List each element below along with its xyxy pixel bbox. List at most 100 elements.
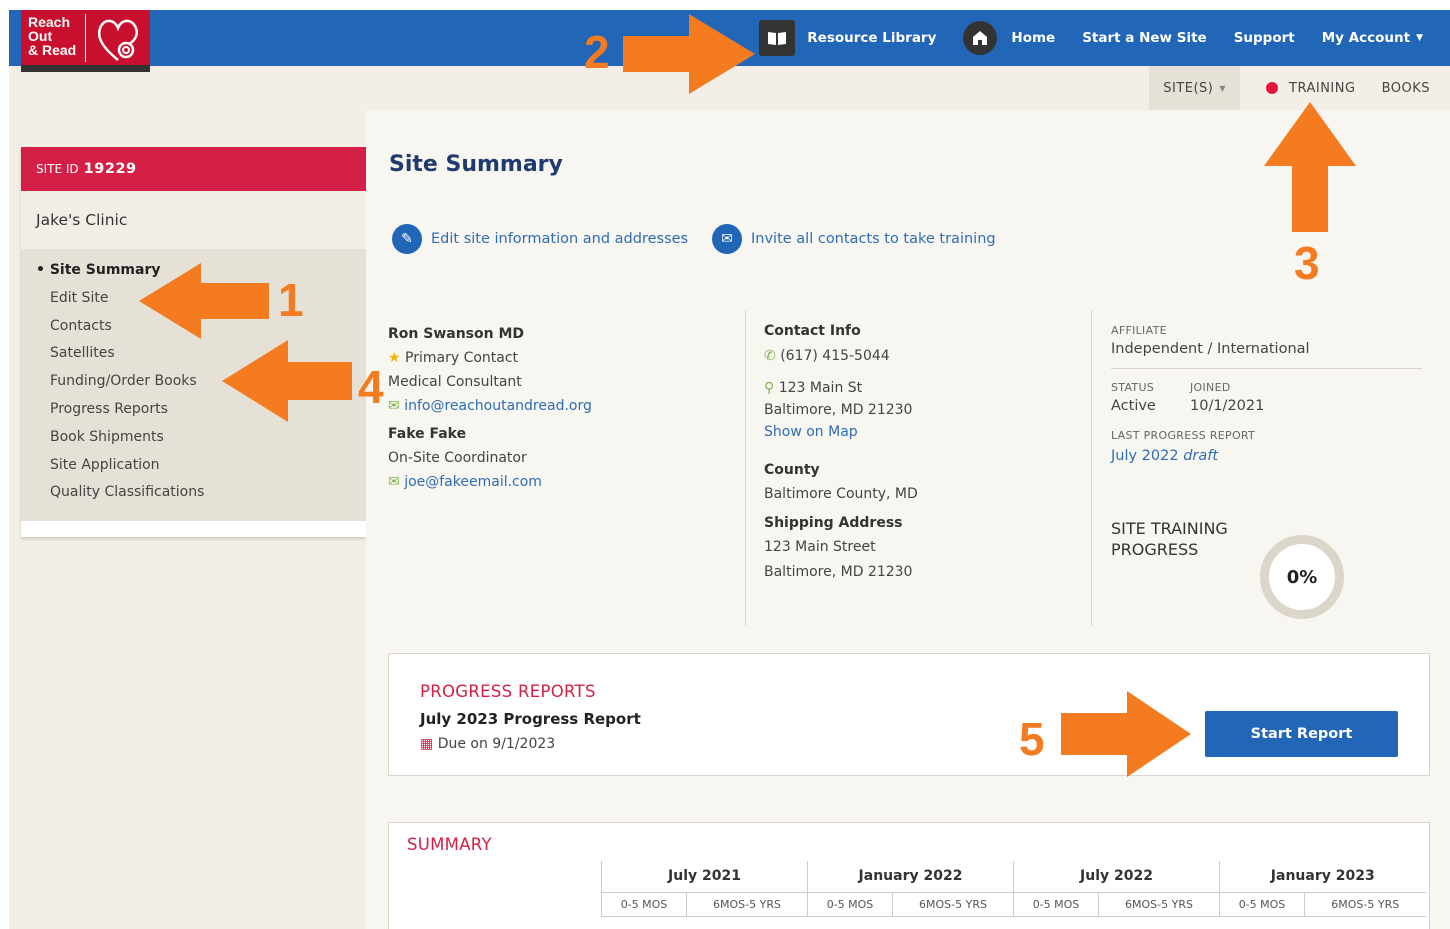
progress-reports-heading: PROGRESS REPORTS [420, 682, 596, 701]
app-frame: Resource Library Home Start a New Site S… [9, 10, 1450, 929]
home-label: Home [1011, 30, 1056, 46]
mail-icon: ✉ [388, 474, 400, 490]
contacts-column: Ron Swanson MD ★ Primary Contact Medical… [388, 322, 592, 494]
status-dot-icon [1266, 82, 1279, 94]
affiliate-label: AFFILIATE [1111, 324, 1167, 337]
annotation-arrow-2 [623, 14, 755, 94]
joined-value: 10/1/2021 [1190, 398, 1265, 414]
annotation-number-1: 1 [278, 274, 304, 326]
contact-2-role: On-Site Coordinator [388, 450, 527, 466]
county-value: Baltimore County, MD [764, 486, 918, 502]
age-subheader: 0-5 MOS [1219, 892, 1305, 917]
age-subheader: 6MOS-5 YRS [1304, 892, 1426, 917]
annotation-number-2: 2 [584, 26, 610, 78]
contact-1-email[interactable]: ✉ info@reachoutandread.org [388, 394, 592, 418]
logo-line-3: & Read [28, 42, 77, 58]
contact-1-primary: ★ Primary Contact [388, 350, 519, 366]
annotation-arrow-5 [1061, 691, 1191, 777]
sidebar-item-book-shipments[interactable]: Book Shipments [21, 428, 366, 456]
sidebar-item-site-application[interactable]: Site Application [21, 456, 366, 484]
edit-site-info-label: Edit site information and addresses [431, 231, 689, 247]
my-account-menu[interactable]: My Account ▼ [1322, 30, 1423, 46]
envelope-icon: ✉ [712, 224, 742, 254]
status-value: Active [1111, 398, 1156, 414]
annotation-number-5: 5 [1019, 713, 1045, 765]
chevron-down-icon: ▼ [1416, 33, 1423, 43]
star-icon: ★ [388, 350, 401, 366]
books-link[interactable]: BOOKS [1382, 81, 1430, 96]
age-subheader: 0-5 MOS [807, 892, 893, 917]
summary-heading: SUMMARY [407, 835, 492, 854]
joined-label: JOINED [1190, 381, 1231, 394]
page-title: Site Summary [389, 152, 563, 177]
invite-contacts-link[interactable]: ✉ Invite all contacts to take training [712, 224, 996, 254]
chevron-down-icon: ▼ [1219, 83, 1227, 93]
affiliate-value: Independent / International [1111, 341, 1310, 357]
home-icon [963, 21, 998, 55]
annotation-arrow-4 [222, 340, 352, 422]
contact-1-name: Ron Swanson MD [388, 326, 525, 342]
calendar-icon: ▦ [420, 736, 434, 752]
column-divider [745, 310, 746, 626]
affiliate-column: AFFILIATE Independent / International ST… [1111, 324, 1423, 560]
clinic-name: Jake's Clinic [21, 191, 366, 249]
annotation-number-3: 3 [1294, 237, 1320, 289]
summary-subheader-row: 0-5 MOS 6MOS-5 YRS 0-5 MOS 6MOS-5 YRS 0-… [601, 892, 1426, 917]
training-label: TRAINING [1289, 80, 1356, 96]
sites-dropdown[interactable]: SITE(S) ▼ [1149, 66, 1241, 110]
age-subheader: 6MOS-5 YRS [892, 892, 1014, 917]
invite-contacts-label: Invite all contacts to take training [751, 231, 996, 247]
site-id-value: 19229 [83, 161, 137, 177]
logo-divider [85, 14, 86, 62]
resource-library-label: Resource Library [807, 30, 937, 46]
annotation-number-4: 4 [358, 361, 384, 413]
age-subheader: 6MOS-5 YRS [686, 892, 808, 917]
map-pin-icon: ⚲ [764, 380, 775, 396]
stethoscope-heart-icon [97, 19, 138, 61]
annotation-arrow-1 [139, 263, 269, 339]
my-account-label: My Account [1321, 30, 1411, 46]
resource-library-link[interactable]: Resource Library [759, 20, 936, 56]
sidebar-item-quality-classifications[interactable]: Quality Classifications [21, 483, 366, 511]
shipping-heading: Shipping Address [764, 515, 903, 531]
top-nav-links: Resource Library Home Start a New Site S… [759, 10, 1450, 66]
training-progress-ring: 0% [1260, 535, 1344, 619]
last-report-link[interactable]: July 2022 draft [1111, 448, 1423, 464]
training-progress-value: 0% [1286, 566, 1318, 588]
shipping-city: Baltimore, MD 21230 [764, 564, 913, 580]
contact-info-heading: Contact Info [764, 323, 861, 339]
show-on-map-link[interactable]: Show on Map [764, 421, 918, 443]
logo-line-2: Out [28, 28, 53, 44]
divider [1111, 368, 1422, 369]
contact-2-email[interactable]: ✉ joe@fakeemail.com [388, 470, 592, 494]
annotation-arrow-3 [1264, 102, 1356, 232]
period-header: January 2022 [807, 861, 1014, 893]
contact-1-role: Medical Consultant [388, 374, 522, 390]
street-address: ⚲ 123 Main St [764, 380, 863, 396]
shipping-street: 123 Main Street [764, 539, 876, 555]
period-header: July 2021 [601, 861, 808, 893]
contact-info-column: Contact Info ✆ (617) 415-5044 ⚲ 123 Main… [764, 320, 918, 583]
period-header: January 2023 [1219, 861, 1426, 893]
start-report-button[interactable]: Start Report [1205, 711, 1398, 757]
sites-label: SITE(S) [1163, 80, 1214, 96]
summary-header-row: July 2021 January 2022 July 2022 January… [601, 861, 1426, 893]
edit-site-info-link[interactable]: ✎ Edit site information and addresses [392, 224, 688, 254]
site-id-label: SITE ID [36, 162, 79, 176]
period-header: July 2022 [1013, 861, 1220, 893]
phone-number: ✆ (617) 415-5044 [764, 348, 890, 364]
support-link[interactable]: Support [1234, 30, 1295, 46]
pencil-icon: ✎ [392, 224, 422, 254]
training-link[interactable]: TRAINING [1266, 81, 1356, 96]
start-new-site-link[interactable]: Start a New Site [1082, 30, 1207, 46]
phone-icon: ✆ [764, 348, 776, 364]
contact-2-name: Fake Fake [388, 426, 467, 442]
reach-out-and-read-logo[interactable]: Reach Out & Read [21, 10, 150, 72]
progress-reports-card: PROGRESS REPORTS July 2023 Progress Repo… [388, 653, 1430, 776]
home-link[interactable]: Home [963, 21, 1055, 55]
logo-line-1: Reach [28, 14, 71, 30]
county-heading: County [764, 462, 820, 478]
age-subheader: 6MOS-5 YRS [1098, 892, 1220, 917]
last-report-label: LAST PROGRESS REPORT [1111, 429, 1256, 442]
column-divider [1091, 310, 1092, 626]
